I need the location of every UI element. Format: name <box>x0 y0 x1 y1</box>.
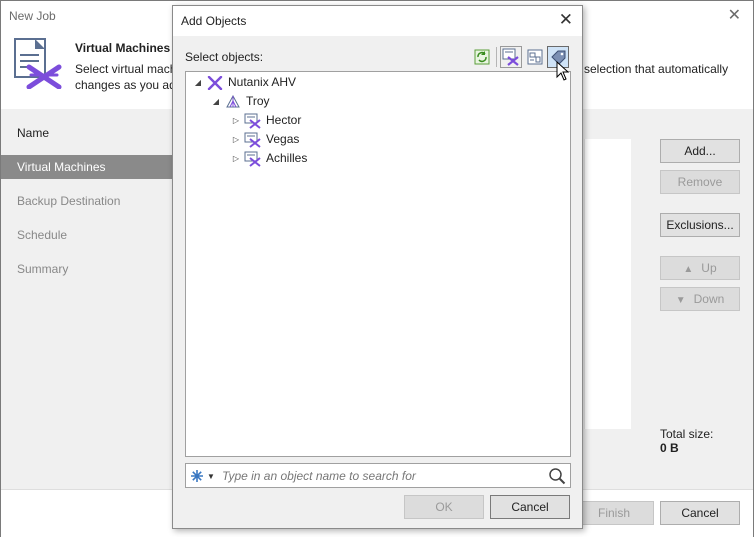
hosts-view-button[interactable] <box>524 46 546 68</box>
tree-node-troy[interactable]: ◢ Troy <box>210 92 270 111</box>
step-virtual-machines[interactable]: Virtual Machines <box>1 155 173 179</box>
finish-button[interactable]: Finish <box>574 501 654 525</box>
cancel-button[interactable]: Cancel <box>660 501 740 525</box>
add-button[interactable]: Add... <box>660 139 740 163</box>
dialog-titlebar: Add Objects ✕ <box>173 6 582 36</box>
tree-node-label: Troy <box>246 94 270 108</box>
vms-and-groups-view-icon <box>502 48 519 66</box>
vms-and-groups-view-button[interactable] <box>500 46 522 68</box>
refresh-icon <box>474 49 490 65</box>
add-objects-dialog: Add Objects ✕ Select objects: ◢ Nutanix … <box>172 5 583 529</box>
search-box: ▼ <box>185 463 571 488</box>
window-close-button[interactable]: ✕ <box>728 5 741 25</box>
nutanix-job-icon <box>14 38 62 89</box>
tree-node-vegas[interactable]: ▷ Vegas <box>230 130 299 149</box>
mouse-pointer-icon <box>556 61 570 81</box>
host-icon <box>244 132 262 148</box>
tree-node-nutanix-ahv[interactable]: ◢ Nutanix AHV <box>192 73 296 92</box>
chevron-down-icon: ▼ <box>207 471 215 481</box>
step-name[interactable]: Name <box>1 121 173 145</box>
up-button[interactable]: ▲ Up <box>660 256 740 280</box>
dialog-close-button[interactable]: ✕ <box>559 10 573 30</box>
objects-list[interactable] <box>584 139 631 429</box>
step-summary[interactable]: Summary <box>1 257 173 281</box>
header-desc-line1-left: Select virtual mach <box>75 62 177 76</box>
down-button[interactable]: ▼ Down <box>660 287 740 311</box>
window-title: New Job <box>9 9 56 23</box>
expanded-triangle-icon[interactable]: ◢ <box>210 92 222 111</box>
tree-node-label: Hector <box>266 113 302 127</box>
tree-node-label: Vegas <box>266 132 300 146</box>
dialog-cancel-button[interactable]: Cancel <box>490 495 570 519</box>
host-icon <box>244 151 262 167</box>
arrow-up-icon: ▲ <box>683 264 694 275</box>
collapsed-triangle-icon[interactable]: ▷ <box>230 111 242 130</box>
tree-node-hector[interactable]: ▷ Hector <box>230 111 301 130</box>
up-button-label: Up <box>701 261 717 275</box>
collapsed-triangle-icon[interactable]: ▷ <box>230 130 242 149</box>
tree-node-label: Achilles <box>266 151 308 165</box>
wizard-steps-sidebar: Name Virtual Machines Backup Destination… <box>1 109 173 489</box>
remove-button[interactable]: Remove <box>660 170 740 194</box>
objects-tree[interactable]: ◢ Nutanix AHV ◢ Troy ▷ Hector ▷ Vegas ▷ … <box>185 71 571 457</box>
header-desc-line2-left: changes as you ad <box>75 78 176 92</box>
step-schedule[interactable]: Schedule <box>1 223 173 247</box>
step-backup-destination[interactable]: Backup Destination <box>1 189 173 213</box>
collapsed-triangle-icon[interactable]: ▷ <box>230 149 242 168</box>
down-button-label: Down <box>693 292 725 306</box>
host-icon <box>244 113 262 129</box>
arrow-down-icon: ▼ <box>675 295 686 306</box>
total-size-value: 0 B <box>660 441 679 455</box>
header-title: Virtual Machines <box>75 41 171 55</box>
tree-node-achilles[interactable]: ▷ Achilles <box>230 149 307 168</box>
ok-button[interactable]: OK <box>404 495 484 519</box>
select-objects-label: Select objects: <box>185 50 264 64</box>
total-size-label: Total size: <box>660 427 714 441</box>
cluster-icon <box>224 94 242 110</box>
expanded-triangle-icon[interactable]: ◢ <box>192 73 204 92</box>
total-size: Total size: 0 B <box>660 427 713 455</box>
hosts-view-icon <box>527 49 543 65</box>
dialog-title: Add Objects <box>181 14 247 28</box>
asterisk-icon <box>191 470 203 482</box>
toolbar-separator <box>496 47 497 67</box>
search-input[interactable] <box>222 466 542 485</box>
nutanix-icon <box>206 75 224 91</box>
search-icon[interactable] <box>548 467 566 485</box>
search-mode-dropdown[interactable]: ▼ <box>190 468 218 484</box>
refresh-button[interactable] <box>471 46 493 68</box>
tree-node-label: Nutanix AHV <box>228 75 297 89</box>
header-desc-line1-right: selection that automatically <box>584 62 729 76</box>
exclusions-button[interactable]: Exclusions... <box>660 213 740 237</box>
